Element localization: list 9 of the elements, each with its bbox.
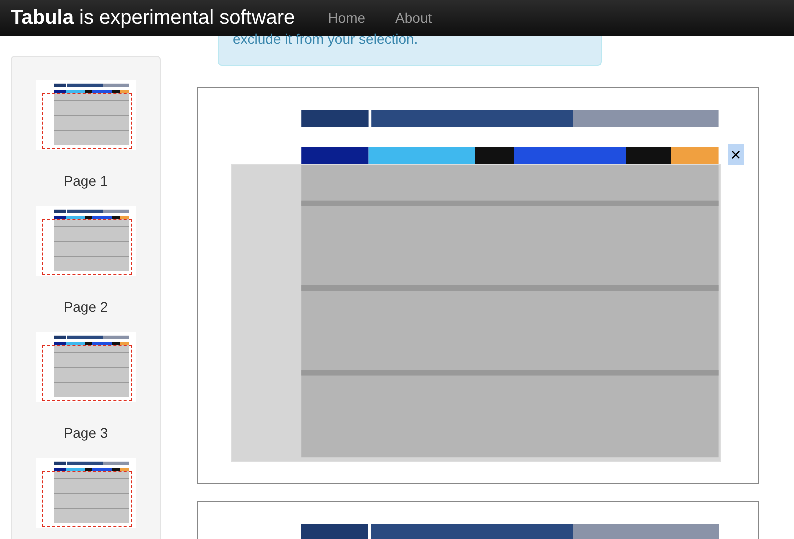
close-button[interactable]: × — [728, 144, 744, 165]
page-label: Page 1 — [64, 172, 108, 190]
nav-link[interactable]: Home — [328, 8, 366, 28]
selection-area[interactable] — [231, 164, 721, 462]
alert-text: exclude it from your selection. — [233, 32, 418, 46]
brand-title[interactable]: Tabula is experimental software — [11, 3, 296, 33]
page-label: Page 2 — [64, 298, 108, 316]
nav-link[interactable]: About — [396, 8, 432, 28]
page-label: Page 3 — [64, 424, 108, 442]
